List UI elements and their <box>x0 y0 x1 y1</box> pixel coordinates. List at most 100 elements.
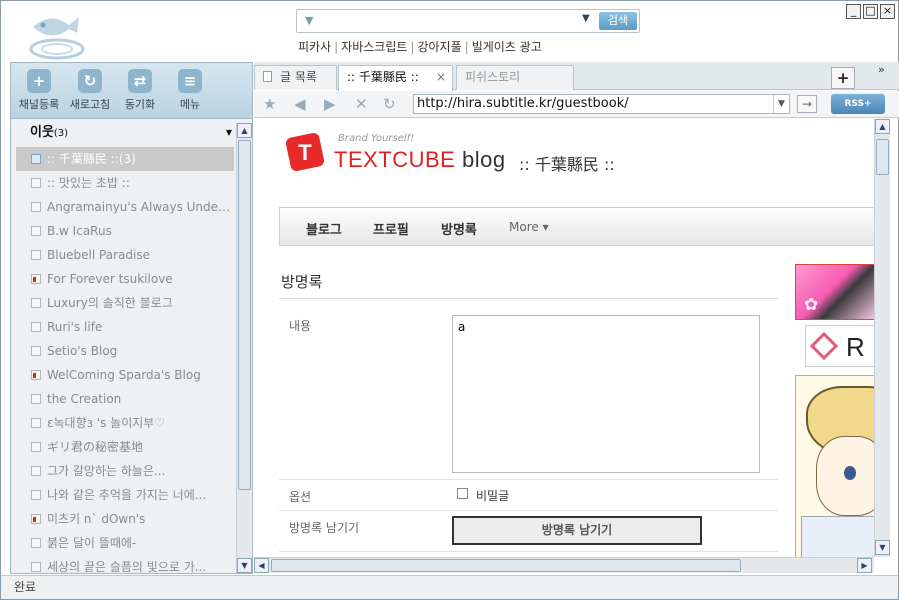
stop-icon[interactable]: ✕ <box>355 95 368 113</box>
scroll-thumb[interactable] <box>876 139 889 175</box>
feed-item[interactable]: ε녹대향з 's 놀이지부♡ <box>16 411 234 435</box>
menu-more[interactable]: More ▾ <box>509 220 549 234</box>
feed-checkbox[interactable] <box>31 418 41 428</box>
back-icon[interactable]: ◀ <box>294 95 306 113</box>
feed-checkbox[interactable] <box>31 490 41 500</box>
feed-item[interactable]: Luxury의 솔직한 블로그 <box>16 291 234 315</box>
scroll-up-icon[interactable]: ▲ <box>237 123 252 138</box>
guestbook-textarea[interactable]: a <box>452 315 760 473</box>
submit-label: 방명록 남기기 <box>289 521 360 535</box>
content-horizontal-scrollbar[interactable]: ◀ ▶ <box>254 557 874 573</box>
scroll-thumb[interactable] <box>271 559 741 572</box>
feed-item[interactable]: For Forever tsukilove <box>16 267 234 291</box>
toolbar-label: 메뉴 <box>179 98 201 111</box>
quick-link[interactable]: 강아지풀 <box>417 40 461 54</box>
reload-icon[interactable]: ↻ <box>383 95 396 113</box>
scroll-down-icon[interactable]: ▼ <box>875 540 890 555</box>
close-tab-icon[interactable]: × <box>436 66 446 89</box>
url-dropdown-icon[interactable]: ▼ <box>773 95 789 113</box>
sync-button[interactable]: ⇄ 동기화 <box>115 69 165 112</box>
new-tab-button[interactable]: + <box>831 67 855 89</box>
feed-checkbox[interactable] <box>31 178 41 188</box>
feed-item[interactable]: :: 맛있는 초밥 :: <box>16 171 234 195</box>
search-box[interactable]: ▼ ▼ 검색 <box>296 9 640 33</box>
site-title[interactable]: :: 千葉縣民 :: <box>519 151 615 175</box>
scroll-down-icon[interactable]: ▼ <box>237 558 252 573</box>
status-bar: 완료 <box>1 575 898 599</box>
group-title: 이웃 <box>30 125 54 140</box>
submit-button[interactable]: 방명록 남기기 <box>452 516 702 545</box>
feed-item[interactable]: WelComing Sparda's Blog <box>16 363 234 387</box>
feed-checkbox[interactable] <box>31 346 41 356</box>
feed-item[interactable]: 세상의 끝은 슬픔의 빛으로 가... <box>16 555 234 573</box>
search-button[interactable]: 검색 <box>599 12 637 30</box>
feed-scrollbar[interactable]: ▲ ▼ <box>236 123 252 573</box>
menu-blog[interactable]: 블로그 <box>306 219 342 238</box>
fish-logo-icon <box>29 17 85 60</box>
tab-current[interactable]: :: 千葉縣民 :: × <box>338 65 453 91</box>
quick-link[interactable]: 자바스크립트 <box>341 40 407 54</box>
star-icon[interactable]: ★ <box>263 95 276 113</box>
feed-checkbox[interactable] <box>31 538 41 548</box>
secret-checkbox[interactable] <box>457 488 468 499</box>
refresh-icon: ↻ <box>78 69 102 93</box>
feed-checkbox[interactable] <box>31 466 41 476</box>
scroll-up-icon[interactable]: ▲ <box>875 119 890 134</box>
feed-checkbox[interactable] <box>31 322 41 332</box>
feed-item[interactable]: 미츠키 n` dOwn's <box>16 507 234 531</box>
feed-checkbox[interactable] <box>31 394 41 404</box>
brand-name[interactable]: TEXTCUBE blog <box>334 147 506 173</box>
feed-item[interactable]: Bluebell Paradise <box>16 243 234 267</box>
rss-add-button[interactable]: RSS+ <box>831 94 885 114</box>
menu-guestbook[interactable]: 방명록 <box>441 219 477 238</box>
feed-item[interactable]: 나와 같은 추억을 가지는 너에... <box>16 483 234 507</box>
go-button[interactable]: → <box>797 95 817 113</box>
feed-item-label: Bluebell Paradise <box>47 248 150 262</box>
content-vertical-scrollbar[interactable]: ▲ ▼ <box>874 119 890 557</box>
feed-checkbox[interactable] <box>31 226 41 236</box>
close-button[interactable]: × <box>880 4 895 19</box>
scroll-right-icon[interactable]: ▶ <box>857 558 872 573</box>
quick-link[interactable]: 피카사 <box>298 40 331 54</box>
feed-item[interactable]: 그가 갈망하는 하늘은... <box>16 459 234 483</box>
feed-item[interactable]: ギリ君の秘密基地 <box>16 435 234 459</box>
feed-checkbox[interactable] <box>31 370 41 380</box>
feed-checkbox[interactable] <box>31 562 41 572</box>
feed-checkbox[interactable] <box>31 442 41 452</box>
feed-item[interactable]: Ruri's life <box>16 315 234 339</box>
feed-group-header[interactable]: 이웃(3) ▼ <box>16 121 236 145</box>
forward-icon[interactable]: ▶ <box>324 95 336 113</box>
feed-item[interactable]: Setio's Blog <box>16 339 234 363</box>
feed-checkbox[interactable] <box>31 250 41 260</box>
chevron-down-icon[interactable]: ▼ <box>226 121 232 145</box>
feed-item[interactable]: 붉은 달이 뜰때에- <box>16 531 234 555</box>
feed-checkbox[interactable] <box>31 202 41 212</box>
minimize-button[interactable]: _ <box>846 4 861 19</box>
banner-logo-image[interactable]: R <box>805 325 874 367</box>
tab-list[interactable]: 글 목록 <box>254 65 337 90</box>
quick-link[interactable]: 빌게이츠 광고 <box>472 40 542 54</box>
maximize-button[interactable]: □ <box>863 4 878 19</box>
feed-checkbox[interactable] <box>31 514 41 524</box>
feed-item[interactable]: :: 千葉縣民 ::(3) <box>16 147 234 171</box>
menu-button[interactable]: ≡ 메뉴 <box>165 69 215 112</box>
search-dropdown-icon[interactable]: ▼ <box>582 13 590 24</box>
feed-item[interactable]: the Creation <box>16 387 234 411</box>
menu-profile[interactable]: 프로필 <box>373 219 409 238</box>
feed-checkbox[interactable] <box>31 154 41 164</box>
add-channel-button[interactable]: + 채널등록 <box>14 69 64 112</box>
feed-list: :: 千葉縣民 ::(3):: 맛있는 초밥 :: Angramainyu's A… <box>16 147 234 573</box>
feed-checkbox[interactable] <box>31 298 41 308</box>
filter-icon[interactable]: ▼ <box>305 14 313 27</box>
url-field[interactable]: http://hira.subtitle.kr/guestbook/ ▼ <box>413 94 790 114</box>
tab-overflow-icon[interactable]: » <box>878 63 885 76</box>
feed-item[interactable]: B.w IcaRus <box>16 219 234 243</box>
refresh-button[interactable]: ↻ 새로고침 <box>65 69 115 112</box>
banner-image[interactable]: ✿ <box>795 264 874 320</box>
tab-fishstory[interactable]: 피쉬스토리 <box>456 65 574 90</box>
feed-item[interactable]: Angramainyu's Always Under ... <box>16 195 234 219</box>
feed-checkbox[interactable] <box>31 274 41 284</box>
scroll-thumb[interactable] <box>238 140 251 490</box>
option-label: 옵션 <box>289 490 312 504</box>
scroll-left-icon[interactable]: ◀ <box>254 558 269 573</box>
